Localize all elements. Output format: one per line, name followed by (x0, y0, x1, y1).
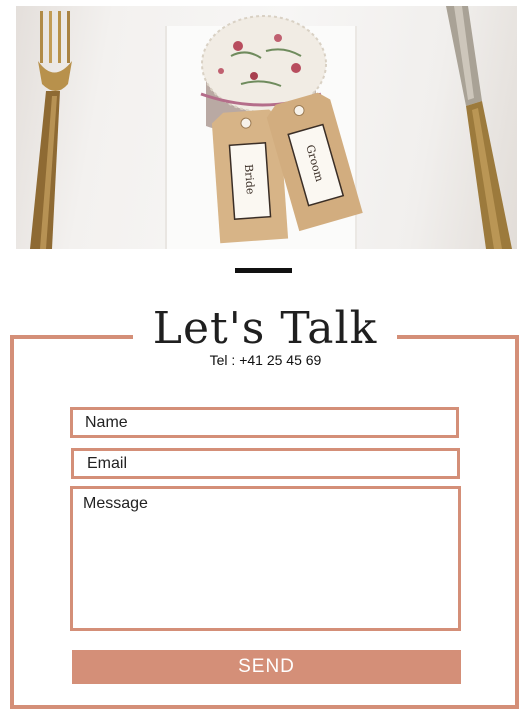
phone-number: Tel : +41 25 45 69 (209, 352, 322, 368)
message-textarea[interactable] (70, 486, 461, 631)
knife-icon (446, 6, 512, 249)
tag-left-label: Bride (242, 164, 257, 195)
send-button[interactable]: SEND (72, 650, 461, 684)
hero-image: Bride Groom (16, 6, 517, 249)
title-container: Let's Talk (133, 300, 397, 360)
page-title: Let's Talk (152, 303, 378, 354)
email-input[interactable] (71, 448, 460, 479)
page: Bride Groom Let's Talk Tel : +41 25 45 6… (0, 0, 531, 728)
name-input[interactable] (70, 407, 459, 438)
section-divider (235, 268, 292, 273)
fork-icon (30, 11, 72, 249)
